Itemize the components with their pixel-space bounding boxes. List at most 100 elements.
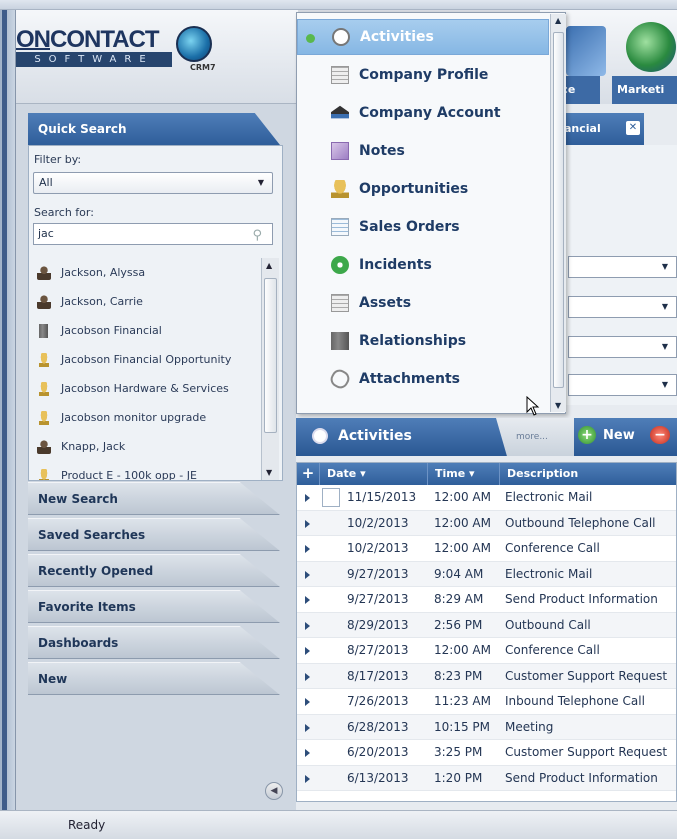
assets-icon — [331, 294, 349, 312]
list-item[interactable]: Jackson, Carrie — [33, 287, 259, 316]
row-selector[interactable] — [322, 488, 340, 507]
filter-select[interactable]: All ▼ — [33, 172, 273, 194]
trophy-icon — [39, 468, 49, 480]
form-select[interactable]: ▼ — [568, 374, 677, 396]
trophy-icon — [331, 180, 349, 198]
quick-search-tab[interactable]: Quick Search — [28, 113, 280, 145]
table-row[interactable]: 8/27/2013 12:00 AM Conference Call — [297, 638, 676, 664]
table-row[interactable]: 8/17/2013 8:23 PM Customer Support Request — [297, 663, 676, 689]
left-window-edge — [0, 10, 16, 810]
status-text: Ready — [68, 818, 106, 832]
list-item[interactable]: Jacobson monitor upgrade — [33, 403, 259, 432]
table-row[interactable]: 8/29/2013 2:56 PM Outbound Call — [297, 612, 676, 638]
expand-row-icon[interactable] — [305, 647, 310, 655]
menu-item-sales-orders[interactable]: Sales Orders — [297, 209, 549, 245]
scroll-up-icon[interactable]: ▲ — [555, 16, 561, 25]
expand-row-icon[interactable] — [305, 698, 310, 706]
scroll-thumb[interactable] — [553, 32, 564, 388]
trophy-icon — [39, 352, 49, 367]
table-row[interactable]: 11/15/2013 12:00 AM Electronic Mail — [297, 485, 676, 511]
globe-logo-icon — [176, 26, 212, 62]
column-header-time[interactable]: Time ▾ — [427, 463, 499, 485]
nav-recently-opened[interactable]: Recently Opened — [28, 554, 280, 587]
menu-item-opportunities[interactable]: Opportunities — [297, 171, 549, 207]
table-header: + Date ▾ Time ▾ Description — [297, 463, 676, 485]
table-row[interactable]: 9/27/2013 9:04 AM Electronic Mail — [297, 561, 676, 587]
expand-row-icon[interactable] — [305, 621, 310, 630]
table-row[interactable]: 9/27/2013 8:29 AM Send Product Information — [297, 587, 676, 613]
close-icon[interactable]: ✕ — [626, 121, 640, 135]
table-row[interactable]: 6/20/2013 3:25 PM Customer Support Request — [297, 740, 676, 766]
column-header-date[interactable]: Date ▾ — [319, 463, 427, 485]
scroll-down-icon[interactable]: ▼ — [555, 401, 561, 410]
search-icon[interactable]: ⚲ — [252, 226, 262, 246]
form-select[interactable]: ▼ — [568, 336, 677, 358]
list-item[interactable]: Jacobson Hardware & Services — [33, 374, 259, 403]
nav-dashboards[interactable]: Dashboards — [28, 626, 280, 659]
nav-new-search[interactable]: New Search — [28, 482, 280, 515]
title-bar — [0, 0, 677, 10]
scroll-down-icon[interactable]: ▼ — [266, 468, 272, 477]
nav-saved-searches[interactable]: Saved Searches — [28, 518, 280, 551]
building-icon — [39, 323, 48, 338]
tab-marketing[interactable]: Marketi — [612, 76, 677, 104]
collapse-panel-button[interactable]: ◀ — [265, 782, 283, 800]
trophy-icon — [39, 410, 49, 425]
search-input[interactable]: jac ⚲ — [33, 223, 273, 245]
list-item[interactable]: Jackson, Alyssa — [33, 258, 259, 287]
expand-row-icon[interactable] — [305, 570, 310, 579]
person-icon — [37, 294, 51, 309]
menu-item-incidents[interactable]: Incidents — [297, 247, 549, 283]
notes-icon — [331, 142, 349, 160]
column-header-description[interactable]: Description — [499, 463, 676, 485]
results-scrollbar[interactable]: ▲ ▼ — [261, 258, 279, 480]
expand-row-icon[interactable] — [305, 672, 310, 681]
menu-item-notes[interactable]: Notes — [297, 133, 549, 169]
table-row[interactable]: 6/28/2013 10:15 PM Meeting — [297, 714, 676, 740]
menu-item-attachments[interactable]: Attachments — [297, 361, 549, 397]
new-activity-button[interactable]: + New — [578, 426, 635, 444]
add-row-icon[interactable]: + — [300, 464, 316, 483]
menu-item-assets[interactable]: Assets — [297, 285, 549, 321]
nav-new[interactable]: New — [28, 662, 280, 695]
scroll-up-icon[interactable]: ▲ — [266, 261, 272, 270]
form-select[interactable]: ▼ — [568, 256, 677, 278]
person-icon — [37, 439, 51, 454]
table-row[interactable]: 6/13/2013 1:20 PM Send Product Information — [297, 765, 676, 791]
workspace-icon[interactable] — [566, 26, 606, 76]
more-tab[interactable]: more... — [496, 418, 574, 456]
list-item[interactable]: Knapp, Jack — [33, 432, 259, 461]
menu-item-company-account[interactable]: Company Account — [297, 95, 549, 131]
expand-row-icon[interactable] — [305, 519, 310, 528]
table-row[interactable]: 10/2/2013 12:00 AM Conference Call — [297, 536, 676, 562]
logo-version: CRM7 — [190, 63, 216, 72]
expand-row-icon[interactable] — [305, 494, 310, 502]
list-item[interactable]: Product E - 100k opp - JE — [33, 461, 259, 480]
record-view-menu: Activities Company Profile Company Accou… — [296, 12, 566, 414]
menu-item-activities[interactable]: Activities — [297, 19, 549, 55]
menu-item-company-profile[interactable]: Company Profile — [297, 57, 549, 93]
document-icon — [331, 66, 349, 84]
list-item[interactable]: Jacobson Financial — [33, 316, 259, 345]
search-label: Search for: — [34, 206, 94, 219]
expand-row-icon[interactable] — [305, 596, 310, 604]
search-results-list: Jackson, Alyssa Jackson, Carrie Jacobson… — [33, 258, 259, 480]
menu-scrollbar[interactable]: ▲ ▼ — [550, 14, 566, 412]
clock-icon — [312, 428, 328, 444]
form-select[interactable]: ▼ — [568, 296, 677, 318]
delete-activity-button[interactable]: − — [650, 426, 670, 444]
expand-row-icon[interactable] — [305, 774, 310, 783]
expand-row-icon[interactable] — [305, 723, 310, 732]
scroll-thumb[interactable] — [264, 278, 277, 433]
expand-row-icon[interactable] — [305, 749, 310, 757]
menu-item-relationships[interactable]: Relationships — [297, 323, 549, 359]
logo-subtitle: SOFTWARE — [16, 52, 172, 67]
nav-favorite-items[interactable]: Favorite Items — [28, 590, 280, 623]
table-row[interactable]: 7/26/2013 11:23 AM Inbound Telephone Call — [297, 689, 676, 715]
expand-row-icon[interactable] — [305, 545, 310, 553]
list-item[interactable]: Jacobson Financial Opportunity — [33, 345, 259, 374]
mouse-cursor-icon — [526, 396, 540, 416]
marketing-globe-icon[interactable] — [626, 22, 676, 72]
chevron-down-icon: ▼ — [257, 178, 264, 187]
table-row[interactable]: 10/2/2013 12:00 AM Outbound Telephone Call — [297, 510, 676, 536]
